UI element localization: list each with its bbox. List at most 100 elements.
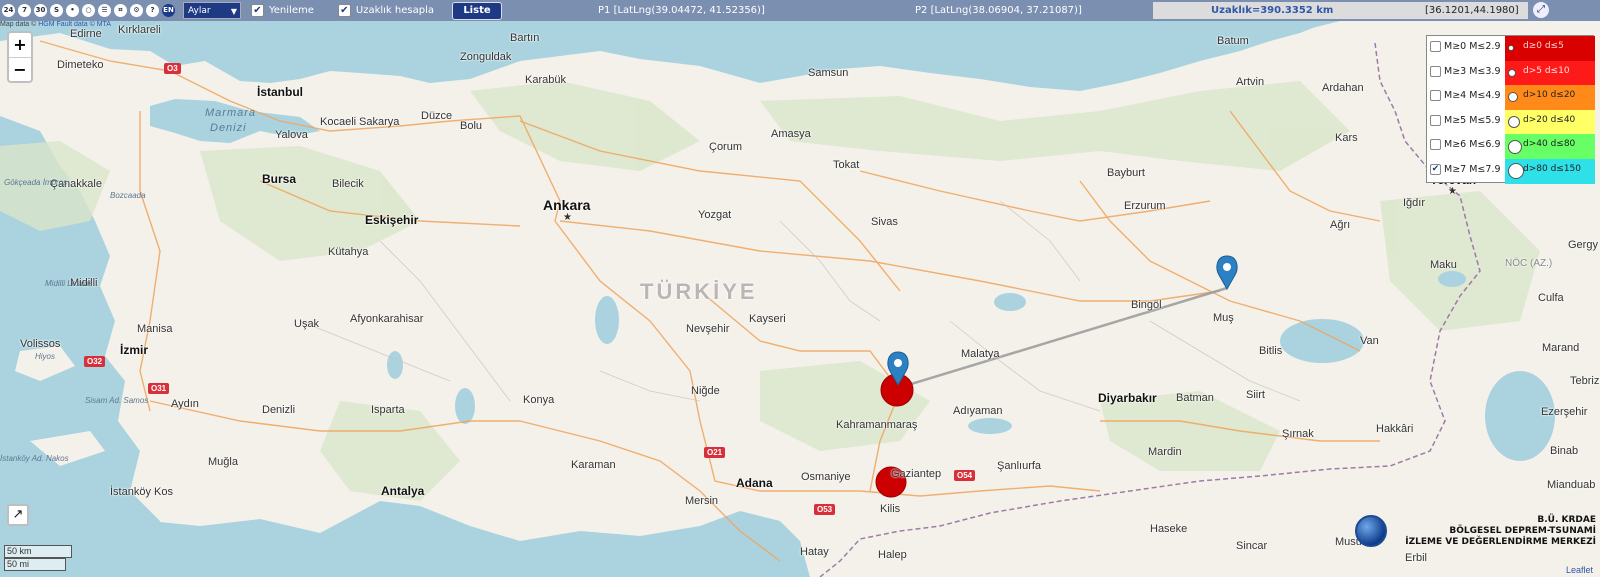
city-label: Bursa	[262, 172, 297, 186]
city-label: Kocaeli	[320, 116, 357, 128]
magnitude-label: M≥3 M≤3.9	[1444, 65, 1501, 77]
grid-icon[interactable]: ⌗	[114, 4, 127, 17]
distance-toggle[interactable]: ✔ Uzaklık hesapla	[337, 4, 434, 17]
city-label: Tokat	[833, 159, 860, 171]
city-label: Amasya	[771, 128, 811, 140]
gear-icon[interactable]: ⚙	[130, 4, 143, 17]
depth-label: d>5 d≤10	[1523, 65, 1570, 76]
list-icon[interactable]: ☰	[98, 4, 111, 17]
toolbar-icon-group: 24 7 30 S • ○ ☰ ⌗ ⚙? EN	[0, 4, 175, 17]
legend-row: M≥4 M≤4.9 d>10 d≤20	[1427, 85, 1595, 110]
city-label: Bartın	[510, 32, 540, 44]
magnitude-checkbox[interactable]: ✔	[1430, 164, 1441, 175]
language-en-icon[interactable]: EN	[162, 4, 175, 17]
road-shield: O54	[954, 470, 976, 481]
map-attribution: Map data © HGM Fault data © MTA	[0, 21, 111, 28]
magnitude-checkbox[interactable]	[1430, 114, 1441, 126]
city-label: Batum	[1217, 35, 1249, 47]
magnitude-checkbox[interactable]	[1430, 139, 1441, 151]
city-label: Gergy	[1568, 239, 1598, 251]
magnitude-filter[interactable]: M≥3 M≤3.9	[1430, 65, 1501, 77]
magnitude-checkbox[interactable]	[1430, 41, 1441, 52]
distance-checkbox[interactable]: ✔	[337, 4, 351, 17]
city-label: Adana	[736, 476, 773, 490]
depth-legend-swatch: d>5 d≤10	[1505, 60, 1595, 86]
magnitude-label: M≥4 M≤4.9	[1444, 90, 1501, 102]
city-label: Marand	[1542, 342, 1580, 354]
country-label: TÜRKİYE	[640, 279, 758, 304]
city-label: Bilecik	[332, 178, 364, 190]
refresh-toggle[interactable]: ✔ Yenileme	[251, 4, 314, 17]
expand-icon[interactable]: ↗	[7, 504, 29, 526]
city-label: Afyonkarahisar	[350, 313, 424, 325]
brand-line-1: B.Ü. KRDAE	[1537, 515, 1596, 525]
depth-legend-swatch: d>80 d≤150	[1505, 159, 1595, 184]
chevron-down-icon: ▼	[230, 7, 237, 16]
city-label: Iğdır	[1403, 197, 1426, 209]
period-24-icon[interactable]: 24	[2, 4, 15, 17]
circle-icon[interactable]: ○	[82, 4, 95, 17]
city-label: Muş	[1213, 312, 1234, 324]
city-label: Ezerşehir	[1541, 406, 1588, 418]
zoom-out-button[interactable]: −	[9, 57, 31, 81]
depth-legend-swatch: d>10 d≤20	[1505, 85, 1595, 110]
city-label: Aydın	[171, 398, 199, 410]
magnitude-label: M≥0 M≤2.9	[1444, 41, 1501, 52]
city-label: Yalova	[275, 129, 308, 141]
scale-km: 50 km	[4, 545, 72, 558]
city-label: Düzce	[421, 110, 453, 122]
city-label: Çorum	[709, 141, 743, 153]
depth-label: d>20 d≤40	[1523, 114, 1576, 125]
distance-value: Uzaklık=390.3352 km	[1211, 5, 1334, 16]
city-label: Kütahya	[328, 246, 369, 258]
depth-label: d>40 d≤80	[1523, 139, 1576, 150]
city-label: Ağrı	[1330, 219, 1351, 231]
legend-row: ✔ M≥7 M≤7.9 d>80 d≤150	[1427, 159, 1595, 184]
period-7-icon[interactable]: 7	[18, 4, 31, 17]
city-label: Tebriz	[1570, 375, 1600, 387]
city-label: Adıyaman	[953, 405, 1003, 417]
city-label: Konya	[523, 394, 555, 406]
fullscreen-icon[interactable]: ⤢	[1533, 2, 1549, 18]
distance-display: Uzaklık=390.3352 km [36.1201,44.1980]	[1153, 2, 1528, 19]
city-label: Uşak	[294, 318, 320, 330]
magnitude-size-icon	[1508, 163, 1524, 180]
zoom-in-button[interactable]: +	[9, 33, 31, 57]
legend-row: M≥6 M≤6.9 d>40 d≤80	[1427, 134, 1595, 159]
leaflet-link[interactable]: Leaflet	[1566, 565, 1593, 575]
magnitude-filter[interactable]: M≥4 M≤4.9	[1430, 90, 1501, 102]
city-label: Sincar	[1236, 540, 1268, 552]
capital-star-icon: ★	[563, 212, 572, 223]
city-label: Şanlıurfa	[997, 460, 1042, 472]
city-label: Dimeteko	[57, 59, 104, 71]
map-canvas[interactable]: ★ ★ Map data © HGM Fault data © MTA Edir…	[0, 21, 1600, 577]
city-label: Denizli	[262, 404, 296, 416]
magnitude-filter[interactable]: M≥0 M≤2.9	[1430, 41, 1501, 52]
magnitude-checkbox[interactable]	[1430, 65, 1441, 77]
help-icon[interactable]: ?	[146, 4, 159, 17]
magnitude-size-icon	[1508, 92, 1518, 103]
legend-row: M≥3 M≤3.9 d>5 d≤10	[1427, 60, 1595, 86]
period-select[interactable]: Aylar ▼	[183, 2, 241, 19]
depth-label: d>10 d≤20	[1523, 90, 1576, 101]
city-label: Isparta	[371, 404, 405, 416]
list-button[interactable]: Liste	[451, 1, 502, 20]
city-label: Erbil	[1405, 552, 1428, 564]
magnitude-filter[interactable]: M≥6 M≤6.9	[1430, 139, 1501, 151]
magnitude-checkbox[interactable]	[1430, 90, 1441, 102]
magnitude-filter[interactable]: M≥5 M≤5.9	[1430, 114, 1501, 126]
period-30-icon[interactable]: 30	[34, 4, 47, 17]
island-label: İstanköy Ad. Nakos	[0, 454, 69, 463]
refresh-checkbox[interactable]: ✔	[251, 4, 264, 17]
city-label: Batman	[1176, 392, 1214, 404]
city-label: Sakarya	[359, 116, 400, 128]
city-label: Diyarbakır	[1098, 391, 1157, 405]
attribution-link[interactable]: HGM Fault data © MTA	[38, 21, 111, 28]
magnitude-filter[interactable]: ✔ M≥7 M≤7.9	[1430, 164, 1501, 175]
pin-icon[interactable]: •	[66, 4, 79, 17]
s-icon[interactable]: S	[50, 4, 63, 17]
magnitude-size-icon	[1508, 116, 1520, 129]
city-label: Zonguldak	[460, 51, 512, 63]
city-label: Kars	[1335, 132, 1358, 144]
city-label: Antalya	[381, 484, 425, 498]
